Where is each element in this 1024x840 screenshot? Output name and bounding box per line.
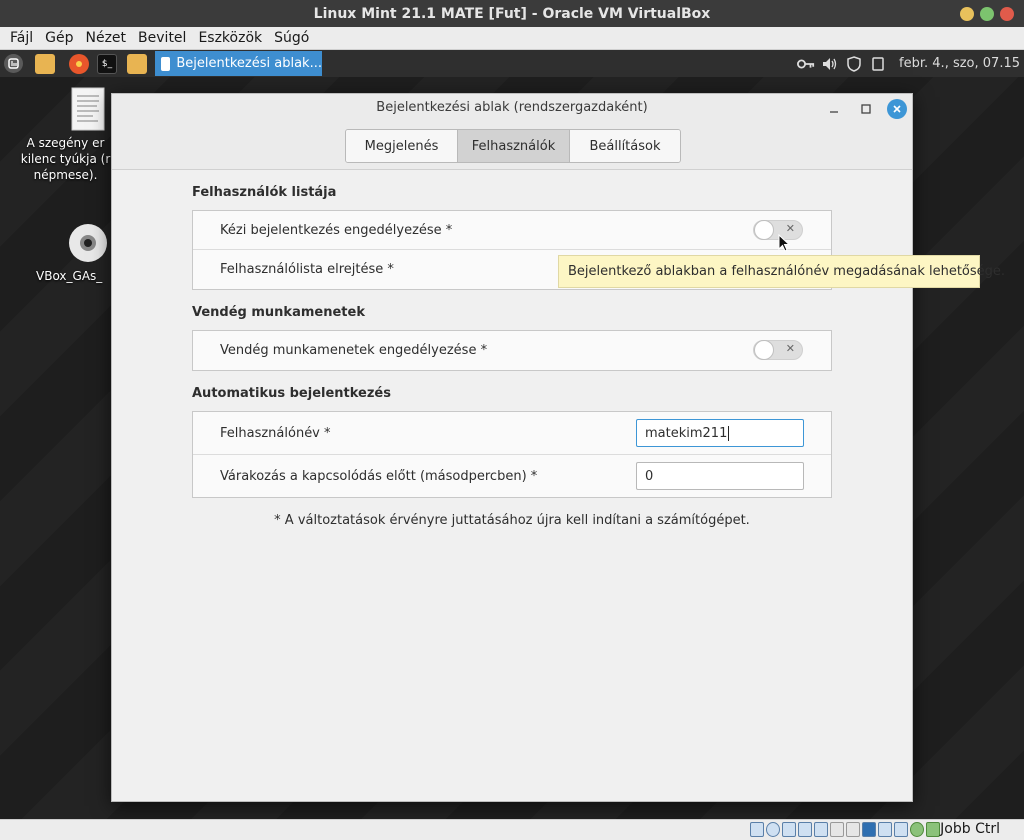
network-icon[interactable] — [798, 822, 812, 837]
guest-box: Vendég munkamenetek engedélyezése * ✕ — [192, 330, 832, 371]
row-delay: Várakozás a kapcsolódás előtt (másodperc… — [193, 455, 831, 497]
taskbar-item-label: Bejelentkezési ablak... — [176, 56, 322, 71]
tab-users[interactable]: Felhasználók — [458, 130, 570, 162]
dialog-title: Bejelentkezési ablak (rendszergazdaként) — [376, 100, 648, 115]
username-label: Felhasználónév * — [220, 425, 331, 441]
virtualbox-titlebar: Linux Mint 21.1 MATE [Fut] - Oracle VM V… — [0, 0, 1024, 27]
toggle-off-icon: ✕ — [785, 342, 795, 355]
optical-drive-icon[interactable] — [766, 822, 780, 837]
virtualbox-statusbar: Jobb Ctrl — [0, 819, 1024, 840]
dialog-header: Bejelentkezési ablak (rendszergazdaként)… — [112, 94, 912, 170]
hard-disk-icon[interactable] — [750, 822, 764, 837]
guest-panel: $_ Bejelentkezési ablak... febr. 4., szo… — [0, 50, 1024, 77]
screen-icon[interactable] — [862, 822, 876, 837]
section-title-users-list: Felhasználók listája — [192, 185, 337, 200]
key-icon[interactable] — [797, 55, 815, 73]
tab-bar: Megjelenés Felhasználók Beállítások — [345, 129, 681, 163]
desktop-file-label: A szegény er kilenc tyúkja (r népmese). — [20, 136, 111, 182]
mouse-integration-icon[interactable] — [926, 822, 940, 837]
desktop-cd-label: VBox_GAs_ — [36, 269, 103, 283]
host-key-label: Jobb Ctrl — [940, 821, 1000, 837]
shield-icon[interactable] — [845, 55, 863, 73]
toggle-knob — [754, 340, 774, 360]
virtualbox-title: Linux Mint 21.1 MATE [Fut] - Oracle VM V… — [313, 5, 711, 22]
maximize-button[interactable] — [856, 99, 876, 119]
menu-help[interactable]: Súgó — [268, 30, 315, 46]
window-controls — [960, 7, 1014, 21]
close-button[interactable] — [887, 99, 907, 119]
text-cursor — [728, 425, 730, 441]
delay-label: Várakozás a kapcsolódás előtt (másodperc… — [220, 468, 538, 484]
delay-value: 0 — [645, 468, 654, 484]
login-window-dialog: Bejelentkezési ablak (rendszergazdaként)… — [111, 93, 913, 802]
window-icon — [161, 56, 171, 71]
manual-login-label: Kézi bejelentkezés engedélyezése * — [220, 222, 453, 238]
files-icon[interactable] — [127, 53, 147, 74]
volume-icon[interactable] — [821, 55, 839, 73]
row-guest-sessions: Vendég munkamenetek engedélyezése * ✕ — [193, 331, 831, 370]
hide-user-list-label: Felhasználólista elrejtése * — [220, 262, 394, 277]
menu-file[interactable]: Fájl — [4, 30, 39, 46]
menu-input[interactable]: Bevitel — [132, 30, 192, 46]
username-value: matekim211 — [645, 425, 728, 441]
minimize-button[interactable] — [824, 99, 844, 119]
tooltip: Bejelentkező ablakban a felhasználónév m… — [558, 255, 1005, 288]
section-title-guest: Vendég munkamenetek — [192, 305, 365, 320]
delay-input[interactable]: 0 — [636, 462, 804, 490]
guest-sessions-label: Vendég munkamenetek engedélyezése * — [220, 343, 488, 358]
taskbar-item-login-window[interactable]: Bejelentkezési ablak... — [155, 51, 322, 76]
row-manual-login: Kézi bejelentkezés engedélyezése * ✕ — [193, 211, 831, 250]
desktop-file-icon[interactable] — [60, 87, 116, 135]
tab-appearance[interactable]: Megjelenés — [346, 130, 458, 162]
usb-icon[interactable] — [814, 822, 828, 837]
autologin-box: Felhasználónév * matekim211 Várakozás a … — [192, 411, 832, 498]
recording-icon[interactable] — [878, 822, 892, 837]
restart-note: * A változtatások érvényre juttatásához … — [274, 513, 750, 528]
clock[interactable]: febr. 4., szo, 07.15 — [899, 56, 1020, 71]
firefox-icon[interactable] — [69, 53, 89, 74]
minimize-button[interactable] — [960, 7, 974, 21]
menu-machine[interactable]: Gép — [39, 30, 79, 46]
tab-settings[interactable]: Beállítások — [570, 130, 680, 162]
audio-icon[interactable] — [782, 822, 796, 837]
terminal-icon[interactable]: $_ — [97, 53, 117, 74]
menu-view[interactable]: Nézet — [80, 30, 133, 46]
desktop-cd-icon[interactable] — [68, 223, 108, 267]
row-username: Felhasználónév * matekim211 — [193, 412, 831, 455]
mouse-pointer-icon — [778, 233, 791, 256]
section-title-autologin: Automatikus bejelentkezés — [192, 386, 391, 401]
shared-folders-icon[interactable] — [830, 822, 844, 837]
username-input[interactable]: matekim211 — [636, 419, 804, 447]
virtualbox-menubar: Fájl Gép Nézet Bevitel Eszközök Súgó — [0, 27, 1024, 50]
display-icon[interactable] — [846, 822, 860, 837]
toggle-knob — [754, 220, 774, 240]
close-button[interactable] — [1000, 7, 1014, 21]
cpu-icon[interactable] — [910, 822, 924, 837]
status-icons — [750, 822, 940, 837]
maximize-button[interactable] — [980, 7, 994, 21]
seamless-icon[interactable] — [894, 822, 908, 837]
folder-icon[interactable] — [35, 53, 55, 74]
guest-sessions-toggle[interactable]: ✕ — [753, 340, 803, 360]
menu-devices[interactable]: Eszközök — [192, 30, 268, 46]
mint-menu-icon[interactable] — [4, 54, 23, 73]
clipboard-icon[interactable] — [869, 55, 887, 73]
system-tray: febr. 4., szo, 07.15 — [797, 50, 1024, 77]
